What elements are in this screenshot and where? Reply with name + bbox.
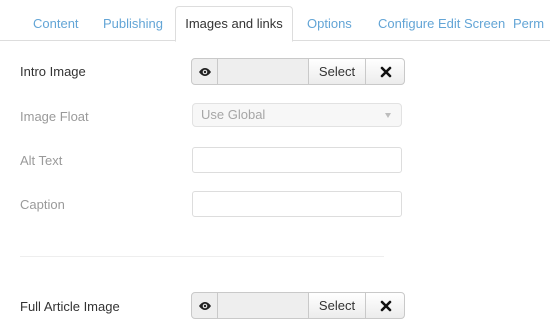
full-article-image-clear-button[interactable] xyxy=(365,292,405,319)
image-float-label: Image Float xyxy=(20,109,89,124)
intro-image-field: Select xyxy=(191,58,415,85)
tab-configure-edit-screen[interactable]: Configure Edit Screen xyxy=(378,6,505,41)
close-icon xyxy=(380,300,392,312)
alt-text-input[interactable] xyxy=(192,147,402,173)
image-float-select[interactable]: Use Global xyxy=(192,103,402,127)
alt-text-label: Alt Text xyxy=(20,153,63,168)
caret-down-icon xyxy=(385,113,391,118)
tab-options[interactable]: Options xyxy=(307,6,352,41)
intro-image-path-input[interactable] xyxy=(217,58,309,85)
eye-icon xyxy=(199,302,211,310)
tab-content[interactable]: Content xyxy=(33,6,79,41)
close-icon xyxy=(380,66,392,78)
full-article-image-label: Full Article Image xyxy=(20,299,120,314)
tab-permissions[interactable]: Perm xyxy=(513,6,544,41)
tab-publishing[interactable]: Publishing xyxy=(103,6,163,41)
caption-label: Caption xyxy=(20,197,65,212)
image-float-selected-value: Use Global xyxy=(201,107,266,122)
caption-input[interactable] xyxy=(192,191,402,217)
full-article-image-select-button[interactable]: Select xyxy=(308,292,366,319)
intro-image-clear-button[interactable] xyxy=(365,58,405,85)
full-article-image-path-input[interactable] xyxy=(217,292,309,319)
intro-image-label: Intro Image xyxy=(20,64,86,79)
tab-images-and-links[interactable]: Images and links xyxy=(175,6,293,42)
article-edit-page: Content Publishing Images and links Opti… xyxy=(0,0,550,335)
full-article-image-field: Select xyxy=(191,292,415,319)
tab-bar: Content Publishing Images and links Opti… xyxy=(0,0,550,42)
intro-image-select-button[interactable]: Select xyxy=(308,58,366,85)
full-article-image-preview-button[interactable] xyxy=(191,292,218,319)
section-divider xyxy=(20,256,384,257)
eye-icon xyxy=(199,68,211,76)
intro-image-preview-button[interactable] xyxy=(191,58,218,85)
